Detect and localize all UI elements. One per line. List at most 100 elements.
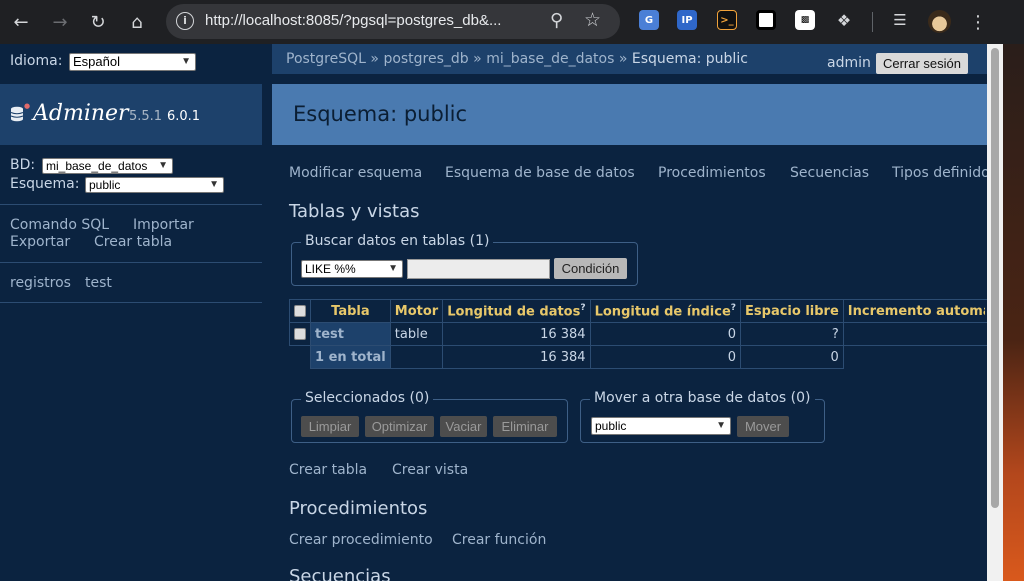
ip-extension-icon[interactable]: IP	[677, 10, 697, 30]
qr-extension-icon[interactable]: ▩	[795, 10, 815, 30]
sidebar-divider	[0, 302, 262, 303]
schema-value: public	[89, 178, 121, 192]
forward-icon[interactable]: →	[47, 9, 73, 35]
user-types-link[interactable]: Tipos definidos	[892, 165, 987, 181]
row-data-length[interactable]: 16 384	[442, 322, 591, 346]
bookmark-star-icon[interactable]: ☆	[584, 9, 601, 31]
browser-toolbar: ← → ↻ ⌂ i http://localhost:8085/?pgsql=p…	[0, 0, 1024, 44]
database-select[interactable]: mi_base_de_datos ▼	[42, 158, 173, 174]
col-table[interactable]: Tabla	[310, 299, 391, 323]
sequences-heading: Secuencias	[289, 566, 391, 581]
search-input[interactable]	[407, 259, 550, 279]
move-target-value: public	[595, 419, 627, 433]
breadcrumb-current: Esquema: public	[631, 51, 748, 67]
scrollbar-thumb[interactable]	[991, 48, 999, 508]
language-value: Español	[73, 54, 120, 69]
back-icon[interactable]: ←	[8, 9, 34, 35]
row-checkbox[interactable]	[294, 328, 306, 340]
chevron-down-icon: ▼	[388, 263, 398, 274]
breadcrumb-database[interactable]: mi_base_de_datos	[486, 51, 614, 67]
total-engine	[389, 345, 444, 369]
logo-name[interactable]: Adminer	[33, 101, 129, 126]
db-label: BD:	[10, 157, 36, 173]
search-condition-button[interactable]: Condición	[554, 258, 627, 279]
logo-band: ● Adminer 5.5.1 6.0.1	[0, 84, 262, 145]
help-icon[interactable]: ?	[580, 303, 585, 313]
row-checkbox-cell	[289, 322, 311, 346]
puzzle-extensions-icon[interactable]: ❖	[834, 10, 854, 30]
export-link[interactable]: Exportar	[10, 234, 70, 250]
search-operator-select[interactable]: LIKE %% ▼	[301, 260, 403, 278]
database-value: mi_base_de_datos	[46, 159, 148, 173]
chevron-down-icon: ▼	[158, 160, 168, 171]
create-function-link[interactable]: Crear función	[452, 532, 546, 548]
total-free-space: 0	[740, 345, 844, 369]
address-bar[interactable]: i http://localhost:8085/?pgsql=postgres_…	[166, 4, 620, 39]
row-table-name[interactable]: test	[310, 322, 391, 346]
sidebar-table-test[interactable]: test	[85, 275, 112, 291]
create-procedure-link[interactable]: Crear procedimiento	[289, 532, 433, 548]
language-select[interactable]: Español ▼	[69, 53, 196, 71]
drop-button[interactable]: Eliminar	[493, 416, 557, 437]
move-fieldset: Mover a otra base de datos (0) public ▼ …	[580, 390, 825, 443]
zoom-icon[interactable]: ⚲	[550, 10, 563, 31]
menu-kebab-icon[interactable]: ⋮	[965, 9, 991, 35]
tables-table: Tabla Motor Longitud de datos? Longitud …	[289, 299, 987, 369]
total-empty-cell	[843, 346, 987, 369]
procedures-link[interactable]: Procedimientos	[658, 165, 766, 181]
breadcrumb-server[interactable]: postgres_db	[383, 51, 468, 67]
reload-icon[interactable]: ↻	[85, 9, 111, 35]
select-all-cell	[289, 299, 311, 323]
home-icon[interactable]: ⌂	[124, 9, 150, 35]
select-all-checkbox[interactable]	[294, 305, 306, 317]
create-view-link[interactable]: Crear vista	[392, 462, 468, 478]
optimize-button[interactable]: Optimizar	[365, 416, 434, 437]
procedures-heading: Procedimientos	[289, 498, 428, 519]
truncate-clean-button[interactable]: Limpiar	[301, 416, 359, 437]
table-total-row: 1 en total 16 384 0 0	[290, 345, 988, 369]
col-engine[interactable]: Motor	[389, 299, 444, 323]
sequences-link[interactable]: Secuencias	[790, 165, 869, 181]
col-data-length-label: Longitud de datos	[447, 304, 581, 320]
breadcrumb-separator: »	[473, 51, 482, 67]
empty-button[interactable]: Vaciar	[440, 416, 487, 437]
alter-schema-link[interactable]: Modificar esquema	[289, 165, 422, 181]
sidebar-table-registros[interactable]: registros	[10, 275, 71, 291]
import-link[interactable]: Importar	[133, 217, 194, 233]
help-icon[interactable]: ?	[731, 303, 736, 313]
sidebar-divider	[0, 204, 262, 205]
breadcrumb-postgresql[interactable]: PostgreSQL	[286, 51, 366, 67]
profile-avatar[interactable]	[928, 10, 951, 33]
chevron-down-icon: ▼	[209, 179, 219, 190]
db-schema-link[interactable]: Esquema de base de datos	[445, 165, 635, 181]
url-text[interactable]: http://localhost:8085/?pgsql=postgres_db…	[205, 12, 501, 29]
chevron-down-icon: ▼	[716, 420, 726, 431]
sql-command-link[interactable]: Comando SQL	[10, 217, 109, 233]
move-button[interactable]: Mover	[737, 416, 789, 437]
square-extension-icon[interactable]	[756, 10, 776, 30]
breadcrumb-separator: »	[618, 51, 628, 67]
ssh-extension-icon[interactable]: >_	[717, 10, 737, 30]
logout-button[interactable]: Cerrar sesión	[876, 53, 968, 74]
version-available[interactable]: 6.0.1	[167, 109, 200, 124]
search-operator-value: LIKE %%	[305, 262, 356, 276]
col-index-length[interactable]: Longitud de índice?	[589, 299, 742, 323]
col-data-length[interactable]: Longitud de datos?	[442, 299, 591, 323]
col-auto-increment[interactable]: Incremento automático	[842, 299, 987, 323]
move-target-select[interactable]: public ▼	[591, 417, 731, 435]
sidebar-divider	[0, 262, 262, 263]
create-table-link[interactable]: Crear tabla	[289, 462, 367, 478]
schema-select[interactable]: public ▼	[85, 177, 224, 193]
media-control-icon[interactable]: ☰	[890, 10, 910, 30]
desktop-background	[1003, 44, 1024, 581]
site-info-icon[interactable]: i	[176, 12, 194, 30]
col-auto-increment-label: Incremento automático	[847, 303, 985, 319]
search-legend[interactable]: Buscar datos en tablas (1)	[301, 233, 494, 249]
create-table-link[interactable]: Crear tabla	[94, 234, 172, 250]
row-index-length[interactable]: 0	[589, 322, 742, 346]
col-index-length-label: Longitud de índice	[594, 304, 731, 320]
selected-legend: Seleccionados (0)	[301, 390, 434, 406]
col-free-space[interactable]: Espacio libre	[740, 299, 844, 323]
translate-extension-icon[interactable]: G	[639, 10, 659, 30]
col-auto-increment-clip: Incremento automático	[848, 304, 985, 319]
